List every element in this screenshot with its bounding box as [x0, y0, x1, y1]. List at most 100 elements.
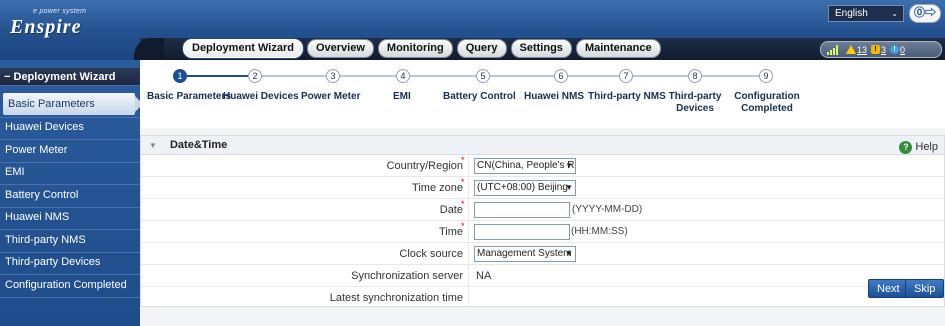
chevron-down-icon: ▼: [565, 183, 573, 192]
country-label: Country/Region: [386, 160, 463, 172]
sidebar-item-third-party-nms[interactable]: Third-party NMS: [0, 229, 140, 251]
timezone-label: Time zone: [412, 182, 463, 194]
step-6-dot[interactable]: 6: [554, 69, 568, 83]
sidebar: − Deployment Wizard Basic Parameters Hua…: [0, 60, 143, 326]
step-9-dot[interactable]: 9: [759, 69, 773, 83]
latest-sync-row: Latest synchronization time: [141, 287, 944, 309]
logo-title: Enspire: [10, 16, 82, 38]
date-time-panel: ▼ Date&Time ? Help Country/Region * CN(C…: [140, 135, 945, 307]
warning-triangle-icon: [846, 45, 856, 54]
step-7-dot[interactable]: 7: [619, 69, 633, 83]
sync-server-label: Synchronization server: [351, 270, 463, 282]
panel-header[interactable]: ▼ Date&Time ? Help: [141, 136, 944, 155]
signal-strength-icon: [827, 44, 838, 55]
date-input[interactable]: [474, 202, 570, 218]
step-connector: [490, 75, 554, 77]
chevron-down-icon: ⌄: [891, 9, 898, 18]
chevron-down-icon: ▼: [565, 161, 573, 170]
info-alarm-icon: !: [890, 45, 900, 54]
step-1-dot[interactable]: 1: [173, 69, 187, 83]
tab-overview[interactable]: Overview: [306, 39, 374, 58]
country-value: CN(China, People's Rep: [477, 160, 576, 171]
sidebar-item-configuration-completed[interactable]: Configuration Completed: [0, 274, 140, 296]
tab-settings[interactable]: Settings: [510, 39, 572, 58]
step-8-label: Third-party Devices: [668, 91, 722, 114]
logout-button[interactable]: ⓪⇨: [909, 4, 941, 23]
tab-query[interactable]: Query: [456, 39, 507, 58]
tab-maintenance[interactable]: Maintenance: [575, 39, 661, 58]
sidebar-item-third-party-devices[interactable]: Third-party Devices: [0, 251, 140, 273]
major-alarm-link[interactable]: 13: [846, 45, 867, 55]
main-content: 1 2 3 4 5 6 7 8 9 Basic Parameters Huawe…: [140, 60, 945, 326]
date-label: Date: [439, 204, 463, 216]
clock-source-row: Clock source Management System ▼: [141, 243, 944, 265]
sidebar-item-power-meter[interactable]: Power Meter: [0, 139, 140, 161]
major-alarm-count: 13: [857, 44, 868, 55]
sidebar-item-emi[interactable]: EMI: [0, 161, 140, 183]
panel-title: Date&Time: [169, 139, 228, 151]
next-button[interactable]: Next: [868, 279, 909, 298]
sidebar-item-huawei-nms[interactable]: Huawei NMS: [0, 206, 140, 228]
step-6-label: Huawei NMS: [524, 91, 585, 102]
step-3-label: Power Meter: [301, 91, 361, 102]
minor-alarm-link[interactable]: ! 3: [871, 45, 886, 55]
step-2-label: Huawei Devices: [223, 91, 299, 102]
tab-monitoring[interactable]: Monitoring: [377, 39, 453, 58]
language-select[interactable]: English ⌄: [828, 5, 904, 22]
tab-deployment-wizard[interactable]: Deployment Wizard: [183, 39, 303, 58]
step-7-label: Third-party NMS: [588, 91, 666, 102]
skip-button[interactable]: Skip: [905, 279, 945, 298]
time-format-hint: (HH:MM:SS): [571, 226, 628, 237]
clock-source-value: Management System: [477, 248, 572, 259]
wizard-stepper: 1 2 3 4 5 6 7 8 9 Basic Parameters Huawe…: [140, 60, 945, 128]
logo-subtitle: e power system: [33, 8, 87, 15]
sidebar-item-battery-control[interactable]: Battery Control: [0, 184, 140, 206]
sidebar-title-label: Deployment Wizard: [13, 71, 116, 83]
step-2-dot[interactable]: 2: [248, 69, 262, 83]
time-input[interactable]: [474, 224, 570, 240]
step-1-label: Basic Parameters: [147, 91, 231, 102]
collapse-triangle-icon: ▼: [149, 141, 157, 150]
user-logout-icon: ⓪⇨: [914, 7, 936, 19]
alarm-summary: 13 ! 3 ! 0: [820, 41, 942, 58]
step-4-label: EMI: [393, 91, 411, 102]
time-row: Time * (HH:MM:SS): [141, 221, 944, 243]
sync-server-value: NA: [476, 270, 492, 282]
sidebar-title[interactable]: − Deployment Wizard: [0, 68, 140, 86]
step-8-dot[interactable]: 8: [688, 69, 702, 83]
clock-source-label: Clock source: [399, 248, 463, 260]
sidebar-item-huawei-devices[interactable]: Huawei Devices: [0, 116, 140, 138]
required-marker: *: [461, 155, 465, 165]
clock-source-select[interactable]: Management System ▼: [474, 246, 576, 262]
step-9-label: Configuration Completed: [734, 91, 800, 114]
timezone-select[interactable]: (UTC+08:00) Beijing ▼: [474, 180, 576, 196]
sidebar-item-basic-parameters[interactable]: Basic Parameters: [3, 93, 143, 115]
step-5-dot[interactable]: 5: [476, 69, 490, 83]
country-select[interactable]: CN(China, People's Rep ▼: [474, 158, 576, 174]
required-marker: *: [461, 199, 465, 209]
date-row: Date * (YYYY-MM-DD): [141, 199, 944, 221]
language-value: English: [835, 8, 868, 19]
warning-alarm-count: 0: [900, 44, 906, 55]
minor-alarm-count: 3: [881, 44, 887, 55]
warning-alarm-link[interactable]: ! 0: [890, 45, 905, 55]
step-connector: [568, 75, 619, 77]
app-window: e power system Enspire English ⌄ ⓪⇨ Depl…: [0, 0, 945, 326]
required-marker: *: [461, 221, 465, 231]
step-3-dot[interactable]: 3: [326, 69, 340, 83]
country-row: Country/Region * CN(China, People's Rep …: [141, 155, 944, 177]
required-marker: *: [461, 177, 465, 187]
minor-alarm-icon: !: [871, 45, 881, 54]
step-connector: [702, 75, 759, 77]
main-tabs: Deployment Wizard Overview Monitoring Qu…: [183, 39, 661, 58]
step-connector: [180, 75, 248, 77]
date-format-hint: (YYYY-MM-DD): [572, 204, 643, 215]
sidebar-divider: [0, 297, 140, 298]
step-connector: [410, 75, 476, 77]
step-4-dot[interactable]: 4: [396, 69, 410, 83]
help-icon: ?: [899, 141, 913, 154]
step-5-label: Battery Control: [443, 91, 516, 102]
timezone-value: (UTC+08:00) Beijing: [477, 182, 568, 193]
chevron-down-icon: ▼: [565, 249, 573, 258]
time-label: Time: [438, 226, 463, 238]
